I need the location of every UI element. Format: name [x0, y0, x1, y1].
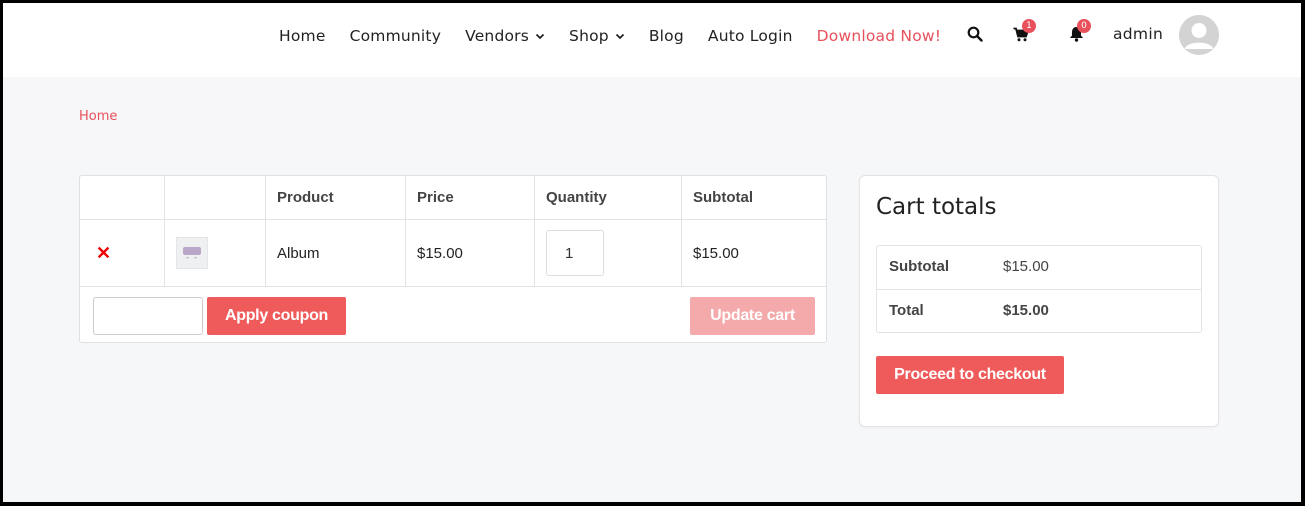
product-name[interactable]: Album — [265, 220, 405, 286]
search-icon[interactable] — [965, 23, 985, 45]
cart-table: Product Price Quantity Subtotal ✕ Album … — [79, 175, 827, 343]
cart-totals-title: Cart totals — [876, 194, 997, 220]
avatar[interactable] — [1179, 15, 1219, 55]
nav-download-now[interactable]: Download Now! — [817, 27, 942, 45]
subtotal-label: Subtotal — [889, 258, 949, 275]
apply-coupon-button[interactable]: Apply coupon — [207, 297, 346, 335]
nav-shop[interactable]: Shop — [569, 27, 625, 45]
header-quantity: Quantity — [546, 189, 607, 206]
nav-home[interactable]: Home — [279, 27, 326, 45]
proceed-to-checkout-button[interactable]: Proceed to checkout — [876, 356, 1064, 394]
table-row-thumbnail-cell — [164, 220, 265, 286]
cart-totals-table: Subtotal $15.00 Total $15.00 — [876, 245, 1202, 333]
search-icon-glyph — [967, 26, 983, 42]
cart-icon[interactable]: 1 — [1011, 19, 1036, 45]
page-frame: Home Community Vendors Shop Blog Auto Lo… — [3, 3, 1301, 502]
breadcrumb-band — [3, 77, 1301, 159]
row-divider — [877, 289, 1201, 290]
nav-community[interactable]: Community — [350, 27, 442, 45]
coupon-code-input[interactable] — [93, 297, 203, 335]
remove-item-icon[interactable]: ✕ — [96, 243, 111, 264]
notification-count-badge: 0 — [1077, 19, 1091, 33]
chevron-down-icon — [615, 33, 624, 40]
total-label: Total — [889, 302, 924, 319]
header-price: Price — [417, 189, 454, 206]
placeholder-image-icon — [183, 247, 201, 259]
nav-auto-login[interactable]: Auto Login — [708, 27, 793, 45]
breadcrumb-home[interactable]: Home — [79, 109, 117, 124]
quantity-cell — [534, 220, 681, 286]
quantity-input[interactable] — [546, 230, 604, 276]
cart-totals-panel: Cart totals Subtotal $15.00 Total $15.00… — [859, 175, 1219, 427]
update-cart-button[interactable]: Update cart — [690, 297, 815, 335]
row-divider — [80, 286, 826, 287]
bell-icon[interactable]: 0 — [1066, 19, 1091, 45]
header-product: Product — [277, 189, 334, 206]
cart-count-badge: 1 — [1022, 19, 1036, 33]
nav-blog[interactable]: Blog — [649, 27, 684, 45]
subtotal-value: $15.00 — [1003, 258, 1049, 275]
nav-vendors-label: Vendors — [465, 27, 530, 45]
nav-vendors[interactable]: Vendors — [465, 27, 545, 45]
nav-shop-label: Shop — [569, 27, 609, 45]
product-subtotal: $15.00 — [693, 244, 739, 262]
product-price: $15.00 — [417, 244, 463, 262]
header-subtotal: Subtotal — [693, 189, 753, 206]
header-icons: 1 0 — [965, 19, 1091, 45]
user-avatar-icon — [1179, 15, 1219, 55]
table-row-remove-cell: ✕ — [80, 220, 164, 286]
total-value: $15.00 — [1003, 302, 1049, 319]
chevron-down-icon — [535, 33, 545, 40]
site-header: Home Community Vendors Shop Blog Auto Lo… — [3, 3, 1301, 77]
product-thumbnail[interactable] — [176, 237, 208, 269]
user-name[interactable]: admin — [1113, 25, 1163, 43]
main-nav: Home Community Vendors Shop Blog Auto Lo… — [279, 3, 965, 69]
